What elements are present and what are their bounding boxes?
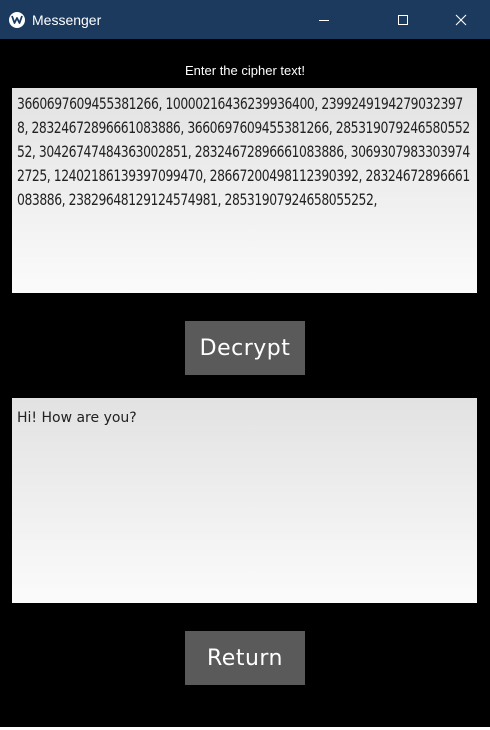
return-button[interactable]: Return [185, 631, 305, 685]
title-bar[interactable]: Messenger [0, 0, 490, 39]
plain-text-value: Hi! How are you? [17, 410, 137, 426]
cipher-text-value: 3660697609455381266, 1000021643623993640… [17, 94, 470, 209]
app-icon [9, 12, 25, 28]
maximize-icon [398, 14, 408, 25]
plain-text-output[interactable]: Hi! How are you? [12, 398, 477, 603]
minimize-icon [319, 19, 329, 21]
cipher-prompt-label: Enter the cipher text! [185, 63, 305, 78]
maximize-button[interactable] [380, 0, 426, 39]
cipher-text-input[interactable]: 3660697609455381266, 1000021643623993640… [12, 88, 477, 293]
window-title: Messenger [32, 12, 102, 28]
close-icon [455, 14, 467, 25]
messenger-window: Messenger Enter the cipher text! 3660697… [0, 0, 490, 730]
minimize-button[interactable] [301, 0, 347, 39]
decrypt-button[interactable]: Decrypt [185, 321, 305, 375]
close-button[interactable] [438, 0, 484, 39]
